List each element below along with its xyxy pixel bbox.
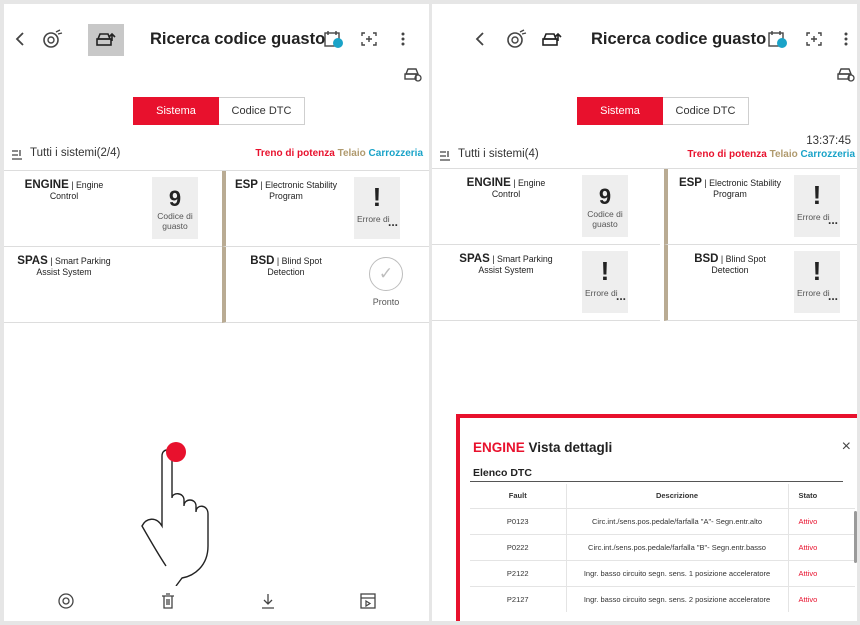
touch-indicator (166, 442, 186, 462)
filter-chassis[interactable]: Telaio (770, 149, 798, 160)
filter-body[interactable]: Carrozzeria (801, 149, 855, 160)
trash-icon[interactable] (158, 591, 178, 611)
filter-body[interactable]: Carrozzeria (369, 148, 423, 159)
screen-left: Ricerca codice guasto Sistema Codice DTC… (4, 4, 429, 621)
page-title: Ricerca codice guasto (591, 30, 767, 48)
system-filter-row: Tutti i sistemi(4) Treno di potenza Tela… (432, 148, 857, 166)
chevron-left-icon[interactable] (12, 30, 28, 48)
page-title: Ricerca codice guasto (150, 30, 326, 48)
download-icon[interactable] (258, 591, 278, 611)
bottom-toolbar (4, 583, 429, 621)
system-card-spas[interactable]: SPAS | Smart Parking Assist System (4, 247, 222, 323)
expand-icon[interactable] (804, 30, 824, 48)
system-card-esp[interactable]: ESP | Electronic Stability Program ! Err… (664, 169, 857, 245)
column-header: Stato (787, 484, 855, 508)
vci-connection-icon[interactable] (504, 27, 528, 51)
car-settings-icon[interactable] (836, 64, 856, 84)
system-name: ENGINE | Engine Control (466, 177, 546, 199)
calendar-icon[interactable] (322, 28, 346, 50)
system-name: ESP | Electronic Stability Program (234, 179, 338, 201)
filter-list-icon[interactable] (10, 148, 24, 162)
fault-count-badge[interactable]: 9 Codice di guasto (152, 177, 198, 239)
system-name: BSD | Blind Spot Detection (694, 253, 766, 275)
system-name: SPAS | Smart Parking Assist System (17, 255, 111, 277)
error-badge[interactable]: ! Errore di ... (582, 251, 628, 313)
system-card-bsd[interactable]: BSD | Blind Spot Detection ! Errore di .… (664, 245, 857, 321)
system-grid: ENGINE | Engine Control 9 Codice di guas… (4, 170, 429, 323)
table-row[interactable]: P2122 Ingr. basso circuito segn. sens. 1… (470, 559, 855, 586)
vehicle-upload-icon[interactable] (540, 28, 564, 52)
column-header: Fault (508, 491, 527, 501)
details-title: ENGINE Vista dettagli (473, 440, 613, 455)
view-tabs: Sistema Codice DTC (133, 97, 305, 125)
all-systems-label[interactable]: Tutti i sistemi(4) (458, 148, 539, 160)
check-icon: ✓ (369, 257, 403, 291)
tab-codice-dtc[interactable]: Codice DTC (663, 97, 749, 125)
all-systems-label[interactable]: Tutti i sistemi(2/4) (30, 147, 120, 159)
table-row[interactable]: P2127 Ingr. basso circuito segn. sens. 2… (470, 585, 855, 612)
category-filters: Treno di potenza Telaio Carrozzeria (255, 148, 423, 159)
category-filters: Treno di potenza Telaio Carrozzeria (687, 149, 855, 160)
vehicle-upload-icon[interactable] (88, 24, 124, 56)
system-filter-row: Tutti i sistemi(2/4) Treno di potenza Te… (4, 147, 429, 165)
tab-sistema[interactable]: Sistema (133, 97, 219, 125)
calendar-icon[interactable] (766, 28, 790, 50)
vci-connection-icon[interactable] (40, 27, 64, 51)
filter-powertrain[interactable]: Treno di potenza (687, 149, 766, 160)
system-card-esp[interactable]: ESP | Electronic Stability Program ! Err… (222, 171, 429, 247)
filter-powertrain[interactable]: Treno di potenza (255, 148, 334, 159)
timestamp: 13:37:45 (806, 135, 851, 147)
close-icon[interactable]: × (842, 438, 851, 456)
export-icon[interactable] (358, 591, 378, 611)
system-card-engine[interactable]: ENGINE | Engine Control 9 Codice di guas… (432, 169, 660, 245)
scrollbar[interactable] (854, 511, 857, 563)
error-badge[interactable]: ! Errore di ... (794, 251, 840, 313)
expand-icon[interactable] (359, 30, 379, 48)
system-name: ESP | Electronic Stability Program (678, 177, 782, 199)
error-badge[interactable]: ! Errore di ... (794, 175, 840, 237)
home-icon[interactable] (56, 591, 76, 611)
error-badge[interactable]: ! Errore di ... (354, 177, 400, 239)
column-header: Descrizione (565, 484, 788, 508)
filter-list-icon[interactable] (438, 149, 452, 163)
more-vertical-icon[interactable] (839, 30, 853, 48)
dtc-list-title: Elenco DTC (473, 467, 532, 479)
system-name: BSD | Blind Spot Detection (250, 255, 322, 277)
chevron-left-icon[interactable] (472, 30, 488, 48)
tab-sistema[interactable]: Sistema (577, 97, 663, 125)
system-grid: ENGINE | Engine Control 9 Codice di guas… (432, 168, 857, 321)
car-settings-icon[interactable] (402, 64, 424, 84)
more-vertical-icon[interactable] (396, 30, 410, 48)
filter-chassis[interactable]: Telaio (338, 148, 366, 159)
system-name: ENGINE | Engine Control (24, 179, 104, 201)
divider (470, 481, 843, 482)
table-row[interactable]: P0123 Circ.int./sens.pos.pedale/farfalla… (470, 507, 855, 534)
dtc-table: Fault Descrizione Stato P0123 Circ.int./… (470, 484, 855, 612)
dtc-details-panel: ENGINE Vista dettagli × Elenco DTC Fault… (456, 414, 857, 621)
fault-count-badge[interactable]: 9 Codice di guasto (582, 175, 628, 237)
system-card-engine[interactable]: ENGINE | Engine Control 9 Codice di guas… (4, 171, 222, 247)
system-card-bsd[interactable]: BSD | Blind Spot Detection ✓ Pronto (222, 247, 429, 323)
tab-codice-dtc[interactable]: Codice DTC (219, 97, 305, 125)
view-tabs: Sistema Codice DTC (577, 97, 749, 125)
ready-status: ✓ Pronto (361, 257, 411, 307)
screen-right: Ricerca codice guasto Sistema Codice DTC… (432, 4, 857, 621)
system-name: SPAS | Smart Parking Assist System (459, 253, 553, 275)
table-row[interactable]: P0222 Circ.int./sens.pos.pedale/farfalla… (470, 533, 855, 560)
system-card-spas[interactable]: SPAS | Smart Parking Assist System ! Err… (432, 245, 660, 321)
top-bar: Ricerca codice guasto (4, 4, 429, 60)
top-bar: Ricerca codice guasto (432, 4, 857, 60)
